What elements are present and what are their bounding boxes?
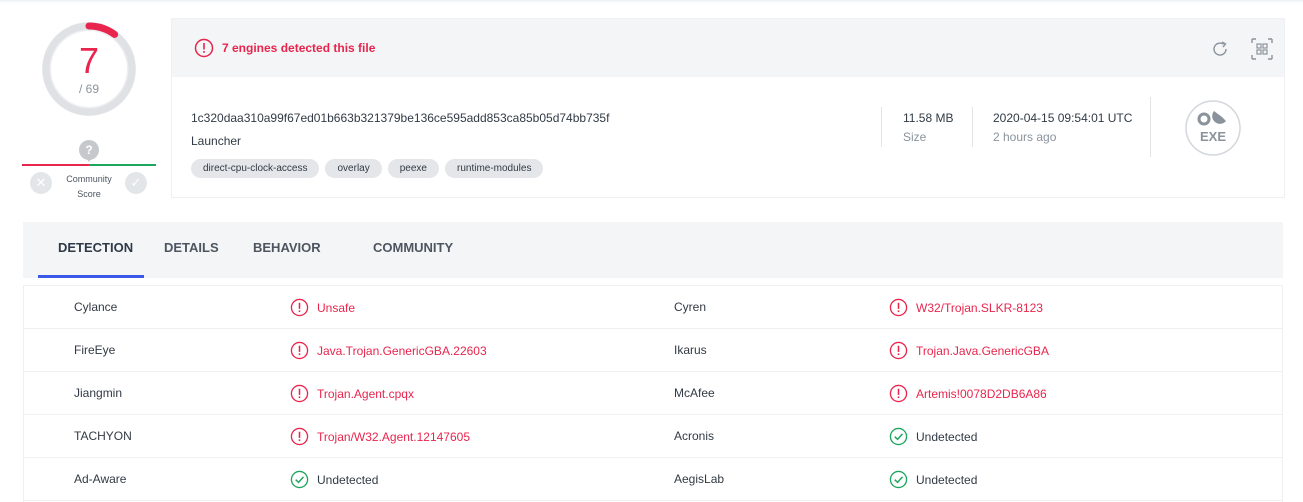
file-tags: direct-cpu-clock-access overlay peexe ru… [191,159,544,178]
meta-divider [881,107,882,147]
engine-name: Cyren [674,300,707,314]
tab-details[interactable]: DETAILS [164,240,219,255]
engine-result: Trojan.Agent.cpqx [290,384,414,403]
analysis-date-value: 2020-04-15 09:54:01 UTC [993,111,1133,125]
engine-name: McAfee [674,386,715,400]
engine-result: Java.Trojan.GenericGBA.22603 [290,341,487,360]
alert-circle-icon [290,384,309,403]
file-hash[interactable]: 1c320daa310a99f67ed01b663b321379be136ce5… [191,111,609,125]
result-text: Undetected [916,429,978,444]
result-text: Unsafe [317,300,356,315]
detection-row: FireEye Java.Trojan.GenericGBA.22603 Ikaru… [24,329,1282,372]
detection-score-gauge: 7 / 69 [38,18,140,120]
check-circle-icon [889,470,908,489]
detection-alert-text: 7 engines detected this file [222,41,376,55]
check-circle-icon [889,427,908,446]
top-shadow [0,0,1303,3]
detection-row: TACHYON Trojan/W32.Agent.12147605 Acronis U… [24,415,1282,458]
engine-name: Ikarus [674,343,707,357]
tab-behavior[interactable]: BEHAVIOR [253,240,321,255]
active-tab-indicator [38,275,144,278]
analysis-date-relative: 2 hours ago [993,130,1057,144]
alert-circle-icon [889,384,908,403]
alert-circle-icon [889,298,908,317]
detection-row: Ad-Aware Undetected AegisLab Undetected [24,458,1282,501]
result-text: Trojan.Java.GenericGBA [916,343,1049,358]
alert-circle-icon [889,341,908,360]
alert-circle-icon [290,427,309,446]
engine-result: Trojan.Java.GenericGBA [889,341,1049,360]
exe-file-type-icon: EXE [1185,100,1241,156]
check-circle-icon [290,470,309,489]
alert-circle-icon [290,341,309,360]
result-text: Trojan.Agent.cpqx [317,386,414,401]
community-negative-bar [22,164,89,166]
report-tabs: DETECTION DETAILS BEHAVIOR COMMUNITY [23,222,1283,278]
meta-divider [972,107,973,147]
detected-count: 7 [78,40,100,81]
file-tag[interactable]: overlay [325,159,382,178]
file-tag[interactable]: direct-cpu-clock-access [191,159,320,178]
engine-name: TACHYON [74,429,132,443]
engine-name: AegisLab [674,472,725,486]
engine-name: Ad-Aware [74,472,127,486]
engine-result: W32/Trojan.SLKR-8123 [889,298,1043,317]
detection-row: Cylance Unsafe Cyren W32/Trojan.SLKR-8123 [24,286,1282,329]
engine-result: Undetected [889,470,977,489]
file-tag[interactable]: runtime-modules [444,159,544,178]
file-name: Launcher [191,134,242,148]
vote-down-icon[interactable]: ✕ [30,172,52,194]
detection-results-table: Cylance Unsafe Cyren W32/Trojan.SLKR-8123 Fi… [23,285,1283,502]
community-positive-bar [89,164,156,166]
community-score: ? ✕ Community Score ✓ [22,138,156,202]
file-size-label: Size [903,130,927,144]
engine-result: Unsafe [290,298,355,317]
similar-files-icon[interactable] [1250,37,1274,61]
vote-up-icon[interactable]: ✓ [125,172,147,194]
result-text: Java.Trojan.GenericGBA.22603 [317,343,487,358]
community-question-icon[interactable]: ? [79,140,99,162]
tab-community[interactable]: COMMUNITY [373,240,453,255]
engine-name: Acronis [674,429,715,443]
file-summary-card: 7 engines detected this file 1c320daa310… [171,18,1285,198]
engine-name: Cylance [74,300,118,314]
engine-name: FireEye [74,343,116,357]
engine-result: Trojan/W32.Agent.12147605 [290,427,470,446]
result-text: Trojan/W32.Agent.12147605 [317,429,470,444]
exe-badge-text: EXE [1200,129,1226,144]
engine-result: Artemis!0078D2DB6A86 [889,384,1047,403]
result-text: Artemis!0078D2DB6A86 [916,386,1047,401]
meta-divider [1150,97,1151,157]
engines-total: / 69 [78,82,99,96]
engine-result: Undetected [889,427,977,446]
alert-circle-icon [194,38,214,58]
reanalyze-icon[interactable] [1210,39,1230,59]
community-score-label: Community Score [66,174,112,199]
result-text: Undetected [317,472,379,487]
result-text: Undetected [916,472,978,487]
tab-detection[interactable]: DETECTION [58,240,133,255]
detection-alert-bar: 7 engines detected this file [172,19,1284,77]
engine-result: Undetected [290,470,378,489]
engine-name: Jiangmin [74,386,123,400]
result-text: W32/Trojan.SLKR-8123 [916,300,1043,315]
alert-circle-icon [290,298,309,317]
file-tag[interactable]: peexe [387,159,439,178]
file-size-value: 11.58 MB [903,111,954,125]
detection-row: Jiangmin Trojan.Agent.cpqx McAfee Artemis!0… [24,372,1282,415]
